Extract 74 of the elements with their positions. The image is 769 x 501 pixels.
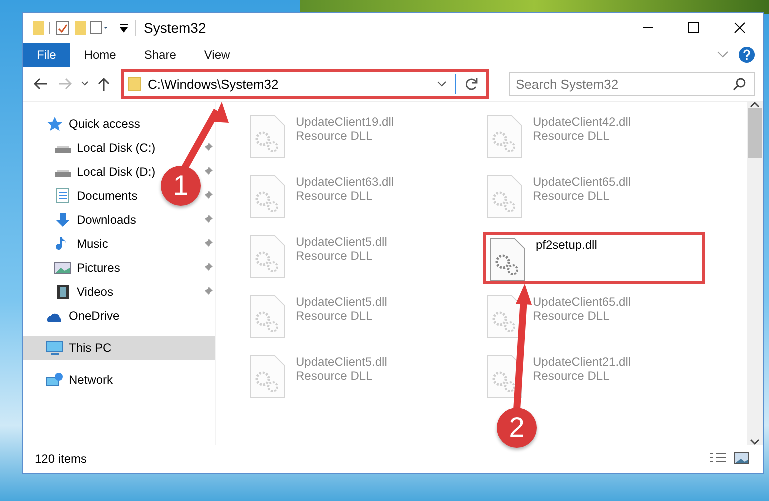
file-name: UpdateClient21.dll — [533, 355, 632, 369]
pin-icon[interactable] — [203, 287, 213, 297]
pin-icon[interactable] — [203, 167, 213, 177]
sidebar-icon — [54, 260, 72, 276]
file-name: UpdateClient19.dll — [296, 115, 394, 129]
file-name: pf2setup.dll — [536, 238, 598, 252]
file-name: UpdateClient42.dll — [533, 115, 632, 129]
file-type: Resource DLL — [296, 249, 374, 263]
help-icon[interactable] — [739, 47, 755, 63]
file-name: UpdateClient65.dll — [533, 295, 632, 309]
file-name: UpdateClient5.dll — [296, 295, 388, 309]
sidebar-item[interactable]: Network — [23, 368, 215, 392]
dll-file-icon — [250, 235, 286, 279]
file-name: UpdateClient65.dll — [533, 175, 632, 189]
sidebar-item[interactable]: Local Disk (D:) — [23, 160, 158, 184]
sidebar-item[interactable]: Downloads — [23, 208, 138, 232]
pin-icon[interactable] — [203, 263, 213, 273]
ribbon-tab[interactable]: File — [23, 43, 70, 67]
customize-caret-icon[interactable] — [119, 23, 129, 33]
pin-icon[interactable] — [203, 239, 213, 249]
file-item[interactable]: pf2setup.dll — [483, 232, 705, 284]
search-field[interactable]: Search System32 — [509, 72, 755, 96]
file-type: Resource DLL — [296, 369, 374, 383]
ribbon-tab[interactable]: Home — [70, 43, 130, 67]
pin-icon[interactable] — [203, 215, 213, 225]
sidebar-item[interactable]: Music — [23, 232, 110, 256]
item-count: 120 items — [35, 452, 88, 466]
file-type: Resource DLL — [296, 189, 374, 203]
sidebar-icon — [46, 372, 64, 388]
sidebar-item[interactable]: Local Disk (C:) — [23, 136, 158, 160]
dll-file-icon — [487, 295, 523, 339]
expand-ribbon-icon[interactable] — [717, 51, 729, 59]
large-icons-view-icon[interactable] — [733, 452, 751, 466]
file-name: UpdateClient5.dll — [296, 355, 388, 369]
file-type: Resource DLL — [533, 129, 611, 143]
sidebar-item[interactable]: Quick access — [23, 112, 215, 136]
folder-icon — [128, 76, 142, 92]
file-type: Resource DLL — [296, 309, 374, 323]
search-icon — [733, 77, 747, 91]
scrollbar[interactable] — [747, 102, 763, 445]
dll-file-icon — [487, 115, 523, 159]
scroll-thumb[interactable] — [748, 108, 762, 158]
dll-file-icon — [487, 355, 523, 399]
sidebar-item[interactable]: Pictures — [23, 256, 122, 280]
dll-file-icon — [250, 175, 286, 219]
file-name: UpdateClient63.dll — [296, 175, 394, 189]
file-name: UpdateClient5.dll — [296, 235, 388, 249]
sidebar-icon — [54, 284, 72, 300]
sidebar-icon — [46, 116, 64, 132]
file-type: Resource DLL — [533, 189, 611, 203]
address-bar[interactable]: C:\Windows\System32 — [121, 69, 489, 99]
sidebar-item[interactable]: OneDrive — [23, 304, 215, 328]
ribbon-tab[interactable]: Share — [130, 43, 190, 67]
dll-file-icon — [250, 355, 286, 399]
scroll-down-icon[interactable] — [750, 439, 760, 445]
file-type: Resource DLL — [533, 369, 611, 383]
file-type: Resource DLL — [533, 309, 611, 323]
sidebar-icon — [54, 188, 72, 204]
sidebar-icon — [54, 212, 72, 228]
ribbon-tab[interactable]: View — [190, 43, 244, 67]
dll-file-icon — [250, 295, 286, 339]
dll-file-icon — [487, 175, 523, 219]
window-title: System32 — [135, 20, 206, 36]
scroll-up-icon[interactable] — [750, 102, 760, 108]
sidebar-item[interactable]: Documents — [23, 184, 140, 208]
sidebar-item[interactable]: Videos — [23, 280, 116, 304]
pin-icon[interactable] — [203, 143, 213, 153]
file-type: Resource DLL — [296, 129, 374, 143]
pin-icon[interactable] — [203, 191, 213, 201]
address-path: C:\Windows\System32 — [148, 76, 279, 92]
dll-file-icon — [250, 115, 286, 159]
sidebar-icon — [46, 340, 64, 356]
dll-file-icon — [490, 238, 526, 282]
sidebar-item[interactable]: This PC — [23, 336, 215, 360]
